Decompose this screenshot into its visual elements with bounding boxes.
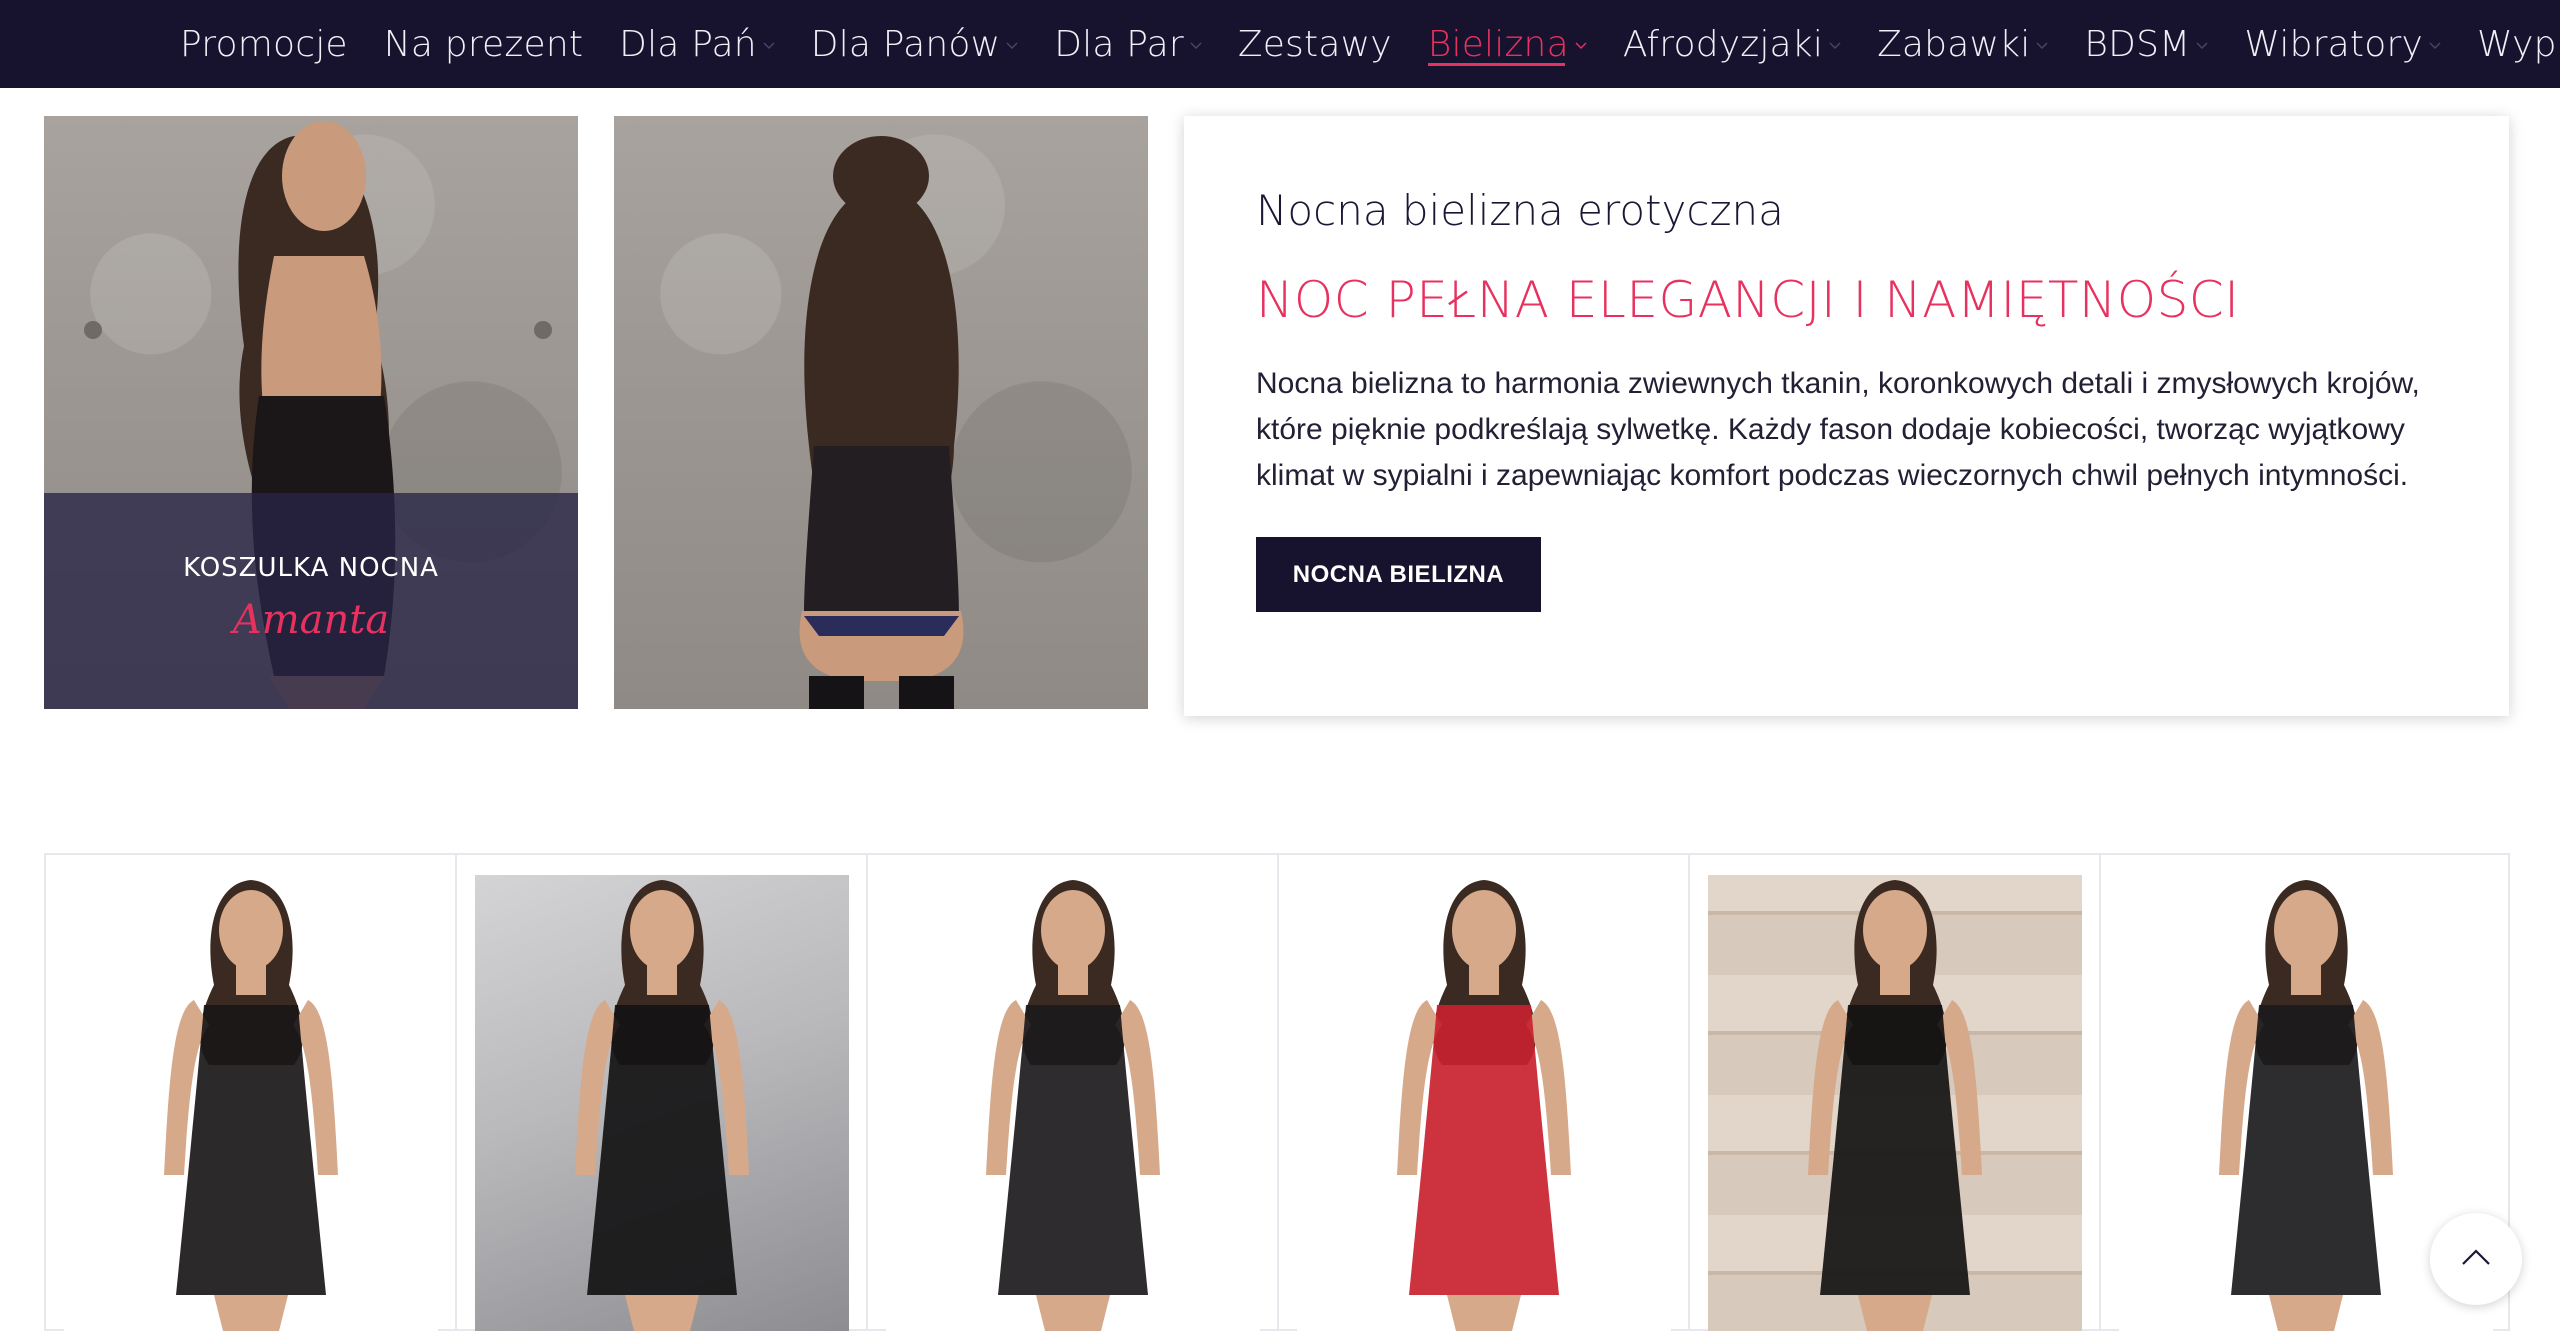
nav-list: Promocje Na prezent Dla Pań Dla Panów Dla Pa… <box>180 0 2560 88</box>
nav-item-wyprzedaż[interactable]: Wyprzedaż <box>2477 0 2560 88</box>
nav-item-dla-panów[interactable]: Dla Panów <box>811 0 1018 88</box>
nav-item-zabawki[interactable]: Zabawki <box>1877 0 2048 88</box>
chevron-up-icon <box>2461 1248 2491 1270</box>
nav-item-wibratory[interactable]: Wibratory <box>2244 0 2441 88</box>
product-image <box>1708 875 2082 1331</box>
category-info-panel: Nocna bielizna erotyczna NOC PEŁNA ELEGA… <box>1184 116 2509 716</box>
chevron-down-icon <box>2036 39 2048 51</box>
nav-item-bielizna[interactable]: Bielizna <box>1427 0 1587 88</box>
nav-item-dla-par[interactable]: Dla Par <box>1054 0 1202 88</box>
nav-item-dla-pań[interactable]: Dla Pań <box>619 0 775 88</box>
nav-item-afrodyzjaki[interactable]: Afrodyzjaki <box>1623 0 1841 88</box>
nav-item-label: Bielizna <box>1427 23 1569 65</box>
nav-item-label: Na prezent <box>383 23 584 65</box>
product-grid <box>44 853 2510 1331</box>
chevron-down-icon <box>1829 39 1841 51</box>
nav-item-bdsm[interactable]: BDSM <box>2084 0 2208 88</box>
nav-item-label: BDSM <box>2084 23 2191 65</box>
chevron-down-icon <box>763 39 775 51</box>
product-image <box>475 875 849 1331</box>
nav-item-promocje[interactable]: Promocje <box>180 0 348 88</box>
category-subtitle: Nocna bielizna erotyczna <box>1256 186 1784 235</box>
category-heading: NOC PEŁNA ELEGANCJI I NAMIĘTNOŚCI <box>1256 271 2240 329</box>
product-card[interactable] <box>1277 853 1688 1331</box>
product-image <box>64 875 438 1331</box>
chevron-down-icon <box>2429 39 2441 51</box>
chevron-down-icon <box>1190 39 1202 51</box>
model-photo <box>799 136 964 709</box>
hero-card-nightdress[interactable]: KOSZULKA NOCNA Amanta <box>44 116 578 709</box>
nav-item-label: Wibratory <box>2244 23 2423 65</box>
nav-item-label: Dla Par <box>1054 23 1184 65</box>
nav-item-zestawy[interactable]: Zestawy <box>1238 0 1392 88</box>
product-card[interactable] <box>866 853 1277 1331</box>
hero-card-back-view[interactable] <box>614 116 1148 709</box>
product-card[interactable] <box>455 853 866 1331</box>
product-image <box>1297 875 1671 1331</box>
nav-item-label: Wyprzedaż <box>2476 23 2560 65</box>
nav-item-label: Zestawy <box>1237 23 1392 65</box>
product-card[interactable] <box>44 853 455 1331</box>
chevron-down-icon <box>2196 39 2208 51</box>
product-name-label: Amanta <box>232 597 390 643</box>
product-image <box>886 875 1260 1331</box>
chevron-down-icon <box>1006 39 1018 51</box>
main-navigation: Promocje Na prezent Dla Pań Dla Panów Dla Pa… <box>0 0 2560 88</box>
product-card[interactable] <box>1688 853 2099 1331</box>
nav-item-na-prezent[interactable]: Na prezent <box>384 0 583 88</box>
product-overlay: KOSZULKA NOCNA Amanta <box>44 493 578 709</box>
nav-item-label: Afrodyzjaki <box>1622 23 1824 65</box>
product-category-label: KOSZULKA NOCNA <box>183 553 439 583</box>
nav-item-label: Zabawki <box>1877 23 2031 65</box>
chevron-down-icon <box>1575 39 1587 51</box>
nav-item-label: Dla Pań <box>619 23 757 65</box>
nav-item-label: Dla Panów <box>810 23 1001 65</box>
category-description: Nocna bielizna to harmonia zwiewnych tka… <box>1256 367 2420 492</box>
scroll-to-top-button[interactable] <box>2430 1213 2522 1305</box>
nav-item-label: Promocje <box>180 23 348 65</box>
nocna-bielizna-button[interactable]: NOCNA BIELIZNA <box>1256 537 1541 612</box>
